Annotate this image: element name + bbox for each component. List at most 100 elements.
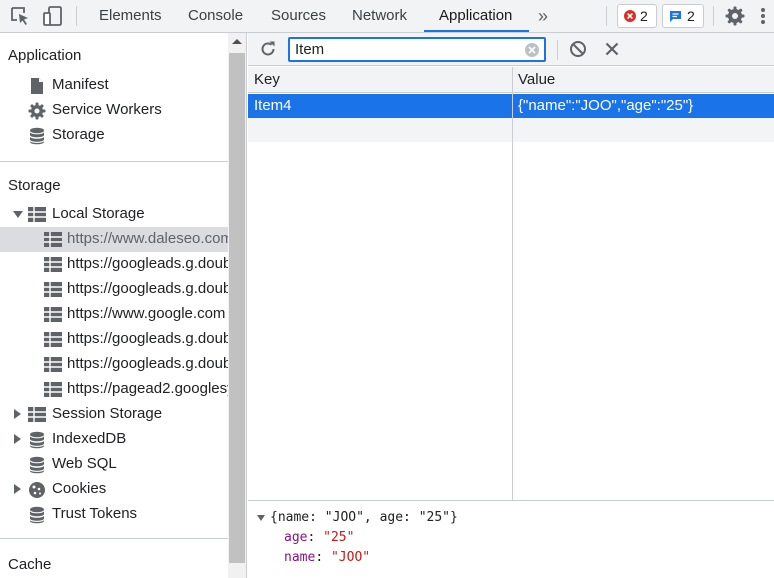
sidebar-header-cache: Cache [8, 556, 52, 573]
table-icon [44, 357, 62, 372]
sidebar-item-label: Manifest [52, 76, 109, 93]
clear-input-icon[interactable] [524, 42, 540, 58]
column-header-key[interactable]: Key [254, 71, 280, 88]
sidebar-item-service-workers[interactable]: Service Workers [0, 98, 228, 123]
table-icon [44, 332, 62, 347]
database-icon [30, 506, 44, 524]
application-sidebar: Application Manifest Service Workers Sto… [0, 33, 247, 578]
preview-property-value: "JOO" [330, 550, 371, 565]
sidebar-item-manifest[interactable]: Manifest [0, 73, 228, 98]
expand-triangle-icon[interactable] [14, 434, 21, 444]
sidebar-divider [0, 538, 228, 539]
column-header-value[interactable]: Value [518, 71, 555, 88]
grid-header: Key Value [248, 67, 774, 93]
column-divider[interactable] [512, 67, 513, 500]
tab-network[interactable]: Network [352, 0, 407, 32]
table-icon [44, 382, 62, 397]
database-icon [30, 431, 44, 449]
sidebar-item-local-storage[interactable]: Local Storage [0, 202, 228, 227]
table-row[interactable]: Item4 {"name":"JOO","age":"25"} [248, 94, 774, 118]
delete-selected-close-icon[interactable] [605, 42, 619, 56]
device-toolbar-icon[interactable] [42, 5, 64, 27]
sidebar-item-web-sql[interactable]: Web SQL [0, 452, 228, 477]
sidebar-item-label: https://googleads.g.doubleclick.net [67, 355, 246, 372]
sidebar-item-label: Trust Tokens [52, 505, 138, 522]
sidebar-item-origin[interactable]: https://www.daleseo.com [0, 227, 233, 252]
tab-application[interactable]: Application [439, 0, 512, 32]
sidebar-item-label: https://pagead2.googlesyndication.com [67, 380, 246, 397]
tab-sources[interactable]: Sources [271, 0, 326, 32]
sidebar-item-label: https://googleads.g.doubleclick.net [67, 255, 246, 272]
sidebar-item-cookies[interactable]: Cookies [0, 477, 228, 502]
preview-property-key: name [284, 550, 316, 565]
sidebar-item-indexeddb[interactable]: IndexedDB [0, 427, 228, 452]
sidebar-item-label: https://www.google.com [67, 305, 226, 322]
database-icon [30, 456, 44, 474]
toolbar-separator [76, 6, 77, 26]
sidebar-item-label: Cookies [52, 480, 107, 497]
tab-console[interactable]: Console [188, 0, 243, 32]
settings-gear-icon[interactable] [724, 5, 746, 27]
sidebar-item-label: Service Workers [52, 101, 162, 118]
sidebar-item-origin[interactable]: https://googleads.g.doubleclick.net [0, 277, 246, 302]
database-icon [30, 127, 44, 145]
clear-all-block-icon[interactable] [569, 40, 587, 58]
sidebar-scroll-thumb[interactable] [229, 53, 245, 563]
preview-property-age: age: "25" [284, 530, 355, 545]
row-key: Item4 [254, 97, 292, 114]
sidebar-item-label: Local Storage [52, 205, 145, 222]
sidebar-item-storage[interactable]: Storage [0, 123, 228, 148]
sidebar-item-label: Session Storage [52, 405, 163, 422]
error-count-badge[interactable]: 2 [617, 4, 657, 28]
table-icon [44, 282, 62, 297]
sidebar-item-origin[interactable]: https://www.google.com [0, 302, 228, 327]
active-tab-indicator [424, 30, 529, 32]
sidebar-item-label: https://www.daleseo.com [67, 230, 233, 247]
collapse-triangle-icon[interactable] [257, 515, 265, 521]
toolbar-separator [606, 6, 607, 26]
preview-property-key: age [284, 530, 308, 545]
toolbar-separator [557, 40, 558, 60]
empty-table-row[interactable] [248, 118, 774, 142]
row-value: {"name":"JOO","age":"25"} [518, 97, 694, 114]
expand-triangle-icon[interactable] [13, 211, 23, 218]
table-icon [28, 207, 46, 222]
tab-elements[interactable]: Elements [99, 0, 162, 32]
inspect-element-icon[interactable] [9, 5, 31, 27]
file-icon [31, 78, 43, 94]
expand-triangle-icon[interactable] [14, 484, 21, 494]
sidebar-item-origin[interactable]: https://googleads.g.doubleclick.net [0, 352, 246, 377]
scroll-up-arrow-icon[interactable] [232, 39, 242, 44]
expand-triangle-icon[interactable] [14, 409, 21, 419]
devtools-toolbar: Elements Console Sources Network Applica… [0, 0, 774, 33]
table-icon [28, 407, 46, 422]
preview-property-name: name: "JOO" [284, 550, 371, 565]
value-preview-pane: {name: "JOO", age: "25"} age: "25" name:… [248, 500, 774, 578]
message-icon [670, 11, 681, 22]
sidebar-item-session-storage[interactable]: Session Storage [0, 402, 228, 427]
storage-items-panel: Key Value Item4 {"name":"JOO","age":"25"… [248, 33, 774, 578]
preview-summary: {name: "JOO", age: "25"} [270, 510, 458, 525]
storage-data-grid: Key Value Item4 {"name":"JOO","age":"25"… [248, 67, 774, 500]
message-count-badge[interactable]: 2 [662, 4, 704, 28]
table-icon [44, 307, 62, 322]
sidebar-item-label: Storage [52, 126, 105, 143]
sidebar-divider [0, 161, 228, 162]
more-tabs-chevron-icon[interactable]: » [538, 0, 548, 32]
filter-input[interactable] [288, 37, 546, 62]
sidebar-item-origin[interactable]: https://pagead2.googlesyndication.com [0, 377, 246, 402]
table-icon [44, 232, 62, 247]
sidebar-item-origin[interactable]: https://googleads.g.doubleclick.net [0, 327, 246, 352]
sidebar-item-label: Web SQL [52, 455, 117, 472]
message-count: 2 [687, 8, 695, 24]
sidebar-header-storage: Storage [8, 177, 61, 194]
sidebar-item-label: IndexedDB [52, 430, 127, 447]
cookie-icon [29, 482, 45, 498]
table-icon [44, 257, 62, 272]
refresh-icon[interactable] [259, 40, 277, 58]
gear-icon [28, 102, 46, 120]
sidebar-item-origin[interactable]: https://googleads.g.doubleclick.net [0, 252, 246, 277]
sidebar-item-trust-tokens[interactable]: Trust Tokens [0, 502, 228, 527]
more-options-kebab-icon[interactable] [756, 5, 770, 27]
toolbar-separator [713, 6, 714, 26]
